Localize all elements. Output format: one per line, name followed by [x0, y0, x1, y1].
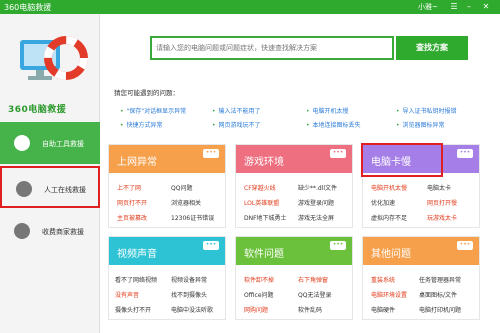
category-card-network: 上网异常 ••• 上不了网 QQ问题 网页打不开 浏览器相关 主页被篡改 123…: [108, 144, 226, 228]
card-link[interactable]: 视频设备异常: [171, 275, 207, 284]
card-link[interactable]: 软件乱码: [298, 305, 322, 314]
card-link[interactable]: 浏览器相关: [171, 198, 201, 207]
chat-icon: [14, 223, 30, 239]
card-link[interactable]: 电脑硬件: [371, 305, 395, 314]
card-header[interactable]: 软件问题 •••: [236, 237, 352, 265]
tip-link[interactable]: "保存"对话框显示异常: [120, 106, 187, 115]
tip-link[interactable]: 导入证书私钥时报错: [396, 106, 457, 115]
sidebar-item-label: 收费商家救援: [42, 228, 84, 236]
card-link[interactable]: 优化加速: [371, 198, 395, 207]
card-title: 游戏环境: [244, 157, 284, 168]
card-link[interactable]: 没有声音: [115, 290, 139, 299]
sidebar: 360电脑救援 自助工具救援 人工在线救援 收费商家救援: [0, 14, 100, 333]
card-link[interactable]: 软件卸不掉: [244, 275, 274, 284]
card-link[interactable]: 电脑开机太慢: [371, 183, 407, 192]
card-header[interactable]: 游戏环境 •••: [236, 145, 352, 173]
card-link[interactable]: 桌面图标/文件: [419, 290, 457, 299]
category-card-video-audio: 视频声音 ••• 看不了网络视频 视频设备异常 没有声音 找不到摄像头 摄像头打…: [108, 236, 226, 320]
card-title: 视频声音: [117, 249, 157, 260]
search-input[interactable]: [150, 36, 394, 60]
menu-icon[interactable]: ☰: [448, 1, 460, 12]
card-link[interactable]: 找不到摄像头: [171, 290, 207, 299]
card-link[interactable]: CF穿越火线: [244, 183, 276, 192]
more-icon[interactable]: •••: [203, 149, 219, 158]
card-link[interactable]: 看不了网络视频: [115, 275, 157, 284]
card-link[interactable]: 摄像头打不开: [115, 305, 151, 314]
card-link[interactable]: 电脑环境设置: [371, 290, 407, 299]
card-link[interactable]: LOL英雄联盟: [244, 198, 279, 207]
more-icon[interactable]: •••: [457, 149, 473, 158]
wrench-icon: [14, 135, 30, 151]
card-link[interactable]: 网页打不开: [117, 198, 147, 207]
search-button[interactable]: 查找方案: [396, 36, 468, 60]
card-link[interactable]: DNF地下城勇士: [244, 213, 287, 222]
tip-link[interactable]: 快捷方式异常: [120, 120, 163, 129]
card-link[interactable]: 上不了网: [117, 183, 141, 192]
card-link[interactable]: QQ无法登录: [298, 290, 331, 299]
tip-link[interactable]: 浏览器图标异常: [396, 120, 445, 129]
card-title: 上网异常: [117, 157, 157, 168]
card-link[interactable]: QQ问题: [171, 183, 192, 192]
card-header[interactable]: 视频声音 •••: [109, 237, 225, 265]
sidebar-item-self-help[interactable]: 自助工具救援: [0, 122, 100, 164]
card-link[interactable]: 12306证书错误: [171, 213, 214, 222]
card-link[interactable]: 电脑太卡: [427, 183, 451, 192]
suggestion-heading: 猜您可能遇到的问题：: [114, 89, 179, 97]
card-link[interactable]: 玩游戏太卡: [427, 213, 457, 222]
card-link[interactable]: 虚拟内存不足: [371, 213, 407, 222]
category-card-software: 软件问题 ••• 软件卸不掉 右下角弹窗 Office问题 QQ无法登录 网购问…: [235, 236, 353, 320]
user-name[interactable]: 小雅~: [418, 2, 438, 12]
card-header[interactable]: 上网异常 •••: [109, 145, 225, 173]
more-icon[interactable]: •••: [330, 241, 346, 250]
card-header[interactable]: 其他问题 •••: [363, 237, 479, 265]
tip-link[interactable]: 网页游戏玩不了: [212, 120, 261, 129]
sidebar-item-paid-help[interactable]: 收费商家救援: [0, 210, 100, 252]
window-title: 360电脑救援: [4, 3, 52, 12]
card-link[interactable]: Office问题: [244, 290, 274, 299]
category-card-other: 其他问题 ••• 重装系统 任务管理器异常 电脑环境设置 桌面图标/文件 电脑硬…: [362, 236, 480, 320]
card-link[interactable]: 主页被篡改: [117, 213, 147, 222]
card-link[interactable]: 游戏无法全屏: [298, 213, 334, 222]
card-link[interactable]: 网购问题: [244, 305, 268, 314]
more-icon[interactable]: •••: [457, 241, 473, 250]
card-link[interactable]: 电脑中没法听歌: [171, 305, 213, 314]
more-icon[interactable]: •••: [330, 149, 346, 158]
card-link[interactable]: 网页打开慢: [427, 198, 457, 207]
highlight-frame: [361, 143, 443, 177]
tip-link[interactable]: 输入法不能用了: [212, 106, 261, 115]
close-icon[interactable]: ✕: [480, 1, 492, 12]
card-link[interactable]: 电脑打印机问题: [419, 305, 461, 314]
category-card-games: 游戏环境 ••• CF穿越火线 缺少**.dll文件 LOL英雄联盟 游戏登录问…: [235, 144, 353, 228]
minimize-icon[interactable]: –: [463, 1, 475, 12]
card-link[interactable]: 右下角弹窗: [298, 275, 328, 284]
sidebar-item-online-help[interactable]: 人工在线救援: [0, 166, 100, 208]
sidebar-item-label: 自助工具救援: [42, 140, 84, 148]
tip-link[interactable]: 本地连接图标丢失: [306, 120, 361, 129]
person-icon: [16, 181, 32, 197]
card-title: 软件问题: [244, 249, 284, 260]
sidebar-item-label: 人工在线救援: [44, 186, 86, 194]
more-icon[interactable]: •••: [203, 241, 219, 250]
brand-name: 360电脑救援: [8, 105, 67, 115]
card-link[interactable]: 重装系统: [371, 275, 395, 284]
card-link[interactable]: 任务管理器异常: [419, 275, 461, 284]
card-link[interactable]: 游戏登录问题: [298, 198, 334, 207]
card-title: 其他问题: [371, 249, 411, 260]
tip-link[interactable]: 电脑开机太慢: [306, 106, 349, 115]
title-bar: 360电脑救援 小雅~ ☰ – ✕: [0, 0, 500, 14]
card-link[interactable]: 缺少**.dll文件: [298, 183, 337, 192]
